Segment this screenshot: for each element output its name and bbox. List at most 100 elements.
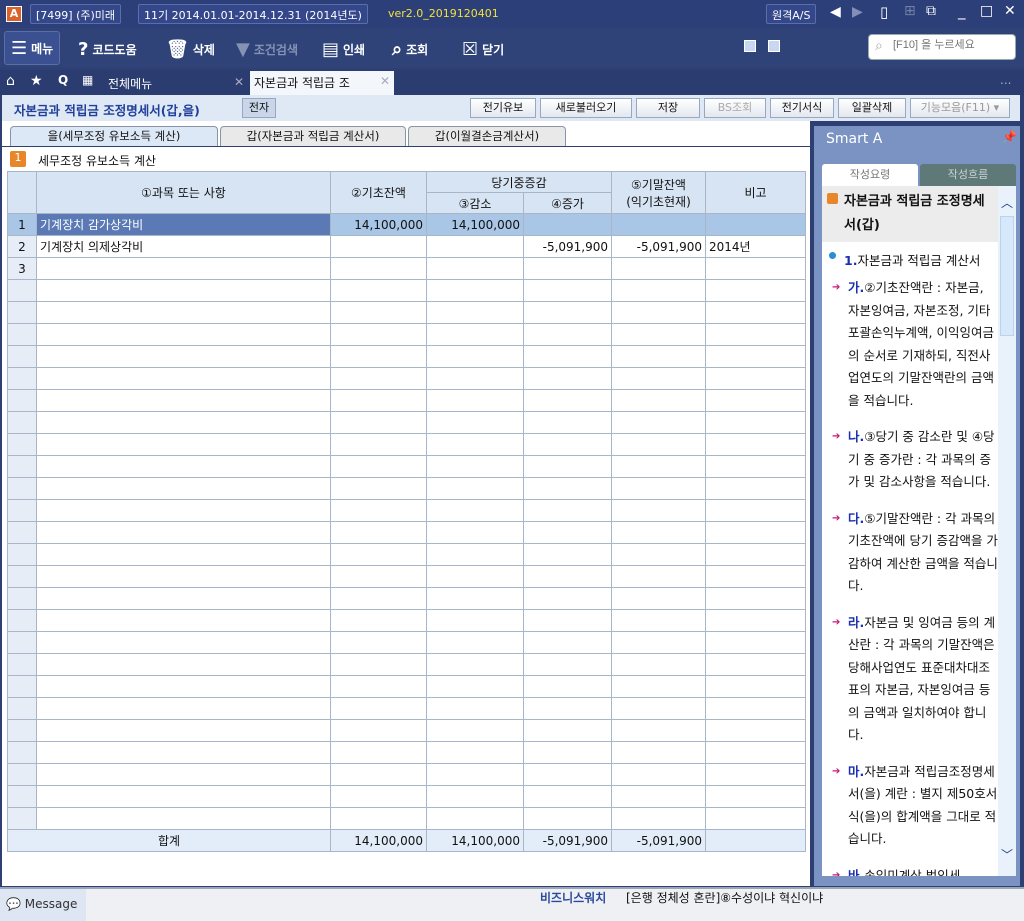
table-row[interactable] xyxy=(7,345,807,368)
note-cell[interactable] xyxy=(705,367,807,390)
decrease-cell[interactable] xyxy=(426,455,524,478)
closing-cell[interactable] xyxy=(611,323,707,346)
decrease-cell[interactable] xyxy=(426,587,524,610)
increase-cell[interactable] xyxy=(522,411,613,434)
tab-current[interactable]: 자본금과 적립금 조 ✕ xyxy=(250,71,394,95)
decrease-cell[interactable] xyxy=(426,807,524,830)
decrease-cell[interactable] xyxy=(426,543,524,566)
closing-cell[interactable] xyxy=(611,763,707,786)
close-button[interactable]: ☒ 닫기 xyxy=(462,36,504,62)
closing-cell[interactable] xyxy=(611,433,707,456)
delete-button[interactable]: 🗑 삭제 xyxy=(166,36,215,62)
note-cell[interactable] xyxy=(705,455,807,478)
closing-cell[interactable] xyxy=(611,367,707,390)
tab-all-menu[interactable]: 전체메뉴 ✕ xyxy=(104,72,248,95)
decrease-cell[interactable] xyxy=(426,697,524,720)
back-arrow-icon[interactable]: ◀ xyxy=(830,4,841,20)
decrease-cell[interactable] xyxy=(426,477,524,500)
subject-cell[interactable] xyxy=(36,785,331,808)
note-cell[interactable] xyxy=(705,675,807,698)
prior-format-button[interactable]: 전기서식 xyxy=(770,98,834,118)
reload-button[interactable]: 새로불러오기 xyxy=(540,98,632,118)
table-row[interactable] xyxy=(7,279,807,302)
filter-button[interactable]: ▼ 조건검색 xyxy=(236,36,298,62)
decrease-cell[interactable] xyxy=(426,323,524,346)
note-cell[interactable] xyxy=(705,433,807,456)
opening-cell[interactable] xyxy=(330,345,427,368)
closing-cell[interactable] xyxy=(611,389,707,412)
note-cell[interactable] xyxy=(705,521,807,544)
increase-cell[interactable] xyxy=(522,477,613,500)
increase-cell[interactable] xyxy=(522,257,613,280)
decrease-cell[interactable] xyxy=(426,301,524,324)
opening-cell[interactable] xyxy=(330,521,427,544)
note-cell[interactable] xyxy=(705,213,807,236)
closing-cell[interactable] xyxy=(611,499,707,522)
note-cell[interactable] xyxy=(705,763,807,786)
subject-cell[interactable] xyxy=(36,631,331,654)
menu-button[interactable]: ☰ 메뉴 xyxy=(4,31,61,65)
more-tabs-button[interactable]: ... xyxy=(1000,73,1011,87)
decrease-cell[interactable] xyxy=(426,565,524,588)
note-cell[interactable] xyxy=(705,389,807,412)
increase-cell[interactable] xyxy=(522,565,613,588)
increase-cell[interactable]: -5,091,900 xyxy=(522,235,613,258)
table-row[interactable] xyxy=(7,543,807,566)
decrease-cell[interactable] xyxy=(426,367,524,390)
note-cell[interactable] xyxy=(705,719,807,742)
table-row[interactable] xyxy=(7,675,807,698)
increase-cell[interactable] xyxy=(522,631,613,654)
grid-icon[interactable]: ⊞ xyxy=(904,3,916,19)
table-row[interactable] xyxy=(7,763,807,786)
increase-cell[interactable] xyxy=(522,807,613,830)
increase-cell[interactable] xyxy=(522,719,613,742)
increase-cell[interactable] xyxy=(522,455,613,478)
closing-cell[interactable] xyxy=(611,741,707,764)
increase-cell[interactable] xyxy=(522,345,613,368)
increase-cell[interactable] xyxy=(522,763,613,786)
subject-cell[interactable] xyxy=(36,543,331,566)
opening-cell[interactable] xyxy=(330,235,427,258)
note-cell[interactable] xyxy=(705,543,807,566)
subject-cell[interactable] xyxy=(36,389,331,412)
opening-cell[interactable] xyxy=(330,389,427,412)
subject-cell[interactable] xyxy=(36,455,331,478)
note-cell[interactable] xyxy=(705,411,807,434)
scroll-up-icon[interactable]: ︿ xyxy=(1001,194,1013,211)
increase-cell[interactable] xyxy=(522,323,613,346)
increase-cell[interactable] xyxy=(522,499,613,522)
subject-cell[interactable] xyxy=(36,257,331,280)
table-row[interactable] xyxy=(7,609,807,632)
closing-cell[interactable] xyxy=(611,587,707,610)
decrease-cell[interactable] xyxy=(426,235,524,258)
note-cell[interactable] xyxy=(705,323,807,346)
note-cell[interactable] xyxy=(705,609,807,632)
close-window-icon[interactable]: ✕ xyxy=(1004,3,1016,19)
increase-cell[interactable] xyxy=(522,367,613,390)
opening-cell[interactable] xyxy=(330,587,427,610)
close-tab-icon[interactable]: ✕ xyxy=(234,75,244,89)
note-cell[interactable] xyxy=(705,653,807,676)
note-cell[interactable] xyxy=(705,587,807,610)
subtab-gap-loss[interactable]: 갑(이월결손금계산서) xyxy=(408,126,566,146)
layout-icon[interactable] xyxy=(768,40,780,52)
table-row[interactable] xyxy=(7,521,807,544)
e-filing-badge[interactable]: 전자 xyxy=(242,98,276,118)
closing-cell[interactable] xyxy=(611,785,707,808)
closing-cell[interactable] xyxy=(611,807,707,830)
subject-cell[interactable] xyxy=(36,741,331,764)
opening-cell[interactable] xyxy=(330,257,427,280)
opening-cell[interactable] xyxy=(330,499,427,522)
table-row[interactable] xyxy=(7,433,807,456)
subject-cell[interactable] xyxy=(36,279,331,302)
table-row[interactable]: 1 기계장치 감가상각비 14,100,000 14,100,000 xyxy=(7,213,807,236)
decrease-cell[interactable] xyxy=(426,279,524,302)
table-row[interactable] xyxy=(7,741,807,764)
search-input[interactable] xyxy=(893,39,1011,51)
decrease-cell[interactable] xyxy=(426,763,524,786)
scrollbar[interactable]: ︿ ﹀ xyxy=(998,186,1016,876)
opening-cell[interactable] xyxy=(330,411,427,434)
subject-cell[interactable] xyxy=(36,499,331,522)
closing-cell[interactable] xyxy=(611,411,707,434)
table-row[interactable] xyxy=(7,719,807,742)
